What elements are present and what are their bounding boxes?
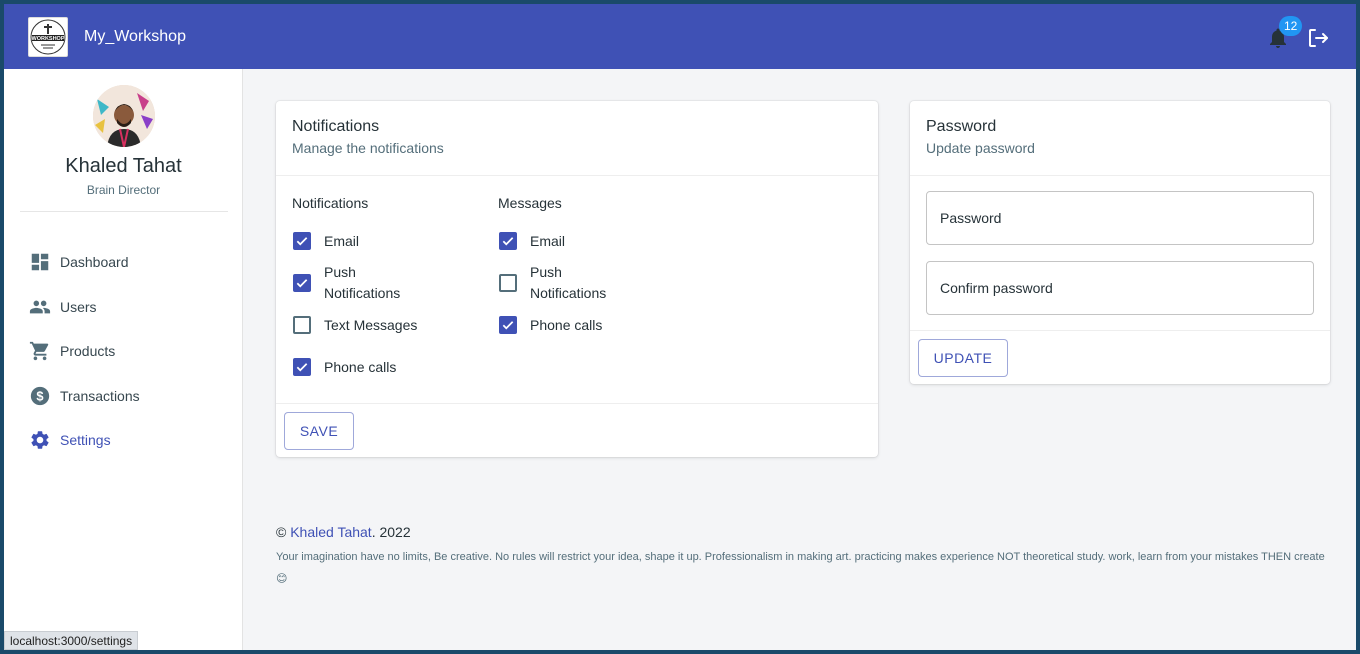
notification-count-badge: 12 — [1279, 16, 1303, 36]
sidebar-item-dashboard[interactable]: Dashboard — [28, 246, 228, 278]
sidebar-item-label: Products — [60, 343, 116, 359]
password-card-subtitle: Update password — [926, 140, 1035, 156]
notifications-group-title: Notifications — [292, 195, 369, 211]
notifications-card: Notifications Manage the notifications N… — [276, 101, 878, 457]
card-divider — [276, 403, 878, 404]
save-button[interactable]: SAVE — [284, 412, 354, 450]
sidebar-item-label: Users — [60, 299, 97, 315]
password-card-header: Password Update password — [926, 118, 1035, 156]
sidebar-item-settings[interactable]: Settings — [28, 424, 228, 456]
checkbox-checked-icon — [499, 316, 517, 334]
footer-copyright: © Khaled Tahat. 2022 — [276, 524, 411, 540]
user-avatar[interactable] — [93, 85, 155, 147]
card-divider — [276, 175, 878, 176]
checkbox-checked-icon — [293, 358, 311, 376]
sidebar: Khaled Tahat Brain Director Dashboard Us… — [4, 69, 243, 650]
sidebar-item-products[interactable]: Products — [28, 335, 228, 367]
sidebar-item-transactions[interactable]: $ Transactions — [28, 380, 228, 412]
people-icon — [28, 295, 52, 319]
checkbox-messages-email[interactable]: Email — [499, 232, 565, 252]
card-divider — [910, 330, 1330, 331]
checkbox-checked-icon — [293, 274, 311, 292]
footer-quote: Your imagination have no limits, Be crea… — [276, 551, 1325, 585]
checkbox-messages-phone[interactable]: Phone calls — [499, 316, 602, 336]
checkbox-checked-icon — [499, 232, 517, 250]
sidebar-item-label: Dashboard — [60, 254, 129, 270]
update-button[interactable]: UPDATE — [918, 339, 1008, 377]
dollar-icon: $ — [28, 384, 52, 408]
browser-viewport: WORKSHOP My_Workshop 12 Khaled Tahat Bra… — [4, 4, 1356, 650]
password-card-title: Password — [926, 118, 997, 135]
checkbox-messages-push[interactable]: Push Notifications — [499, 263, 629, 304]
card-divider — [910, 175, 1330, 176]
confirm-password-field[interactable] — [926, 261, 1314, 315]
checkbox-notifications-email[interactable]: Email — [293, 232, 359, 252]
logout-icon[interactable] — [1306, 26, 1330, 50]
password-field[interactable] — [926, 191, 1314, 245]
checkbox-checked-icon — [293, 232, 311, 250]
logo-icon: WORKSHOP — [30, 19, 66, 55]
svg-text:$: $ — [36, 389, 43, 404]
user-name: Khaled Tahat — [65, 155, 182, 177]
sidebar-divider — [20, 211, 228, 212]
checkbox-notifications-push[interactable]: Push Notifications — [293, 263, 423, 304]
workshop-logo[interactable]: WORKSHOP — [28, 17, 68, 57]
sidebar-item-label: Settings — [60, 432, 111, 448]
app-title[interactable]: My_Workshop — [84, 28, 186, 46]
svg-text:WORKSHOP: WORKSHOP — [32, 36, 65, 42]
dashboard-icon — [28, 250, 52, 274]
password-input[interactable] — [927, 192, 1313, 244]
user-role: Brain Director — [86, 183, 161, 197]
checkbox-notifications-phone[interactable]: Phone calls — [293, 358, 396, 378]
gear-icon — [28, 428, 52, 452]
sidebar-item-users[interactable]: Users — [28, 291, 228, 323]
checkbox-notifications-text[interactable]: Text Messages — [293, 316, 417, 336]
messages-group-title: Messages — [498, 195, 562, 211]
confirm-password-input[interactable] — [927, 262, 1313, 314]
top-app-bar: WORKSHOP My_Workshop 12 — [4, 4, 1356, 69]
notifications-card-title: Notifications — [292, 118, 380, 135]
cart-icon — [28, 339, 52, 363]
notifications-card-subtitle: Manage the notifications — [292, 140, 444, 156]
author-link[interactable]: Khaled Tahat — [290, 524, 371, 540]
status-bar-url: localhost:3000/settings — [4, 631, 139, 650]
checkbox-unchecked-icon — [499, 274, 517, 292]
notifications-card-header: Notifications Manage the notifications — [292, 118, 444, 156]
checkbox-unchecked-icon — [293, 316, 311, 334]
sidebar-item-label: Transactions — [60, 388, 140, 404]
password-card: Password Update password UPDATE — [910, 101, 1330, 384]
